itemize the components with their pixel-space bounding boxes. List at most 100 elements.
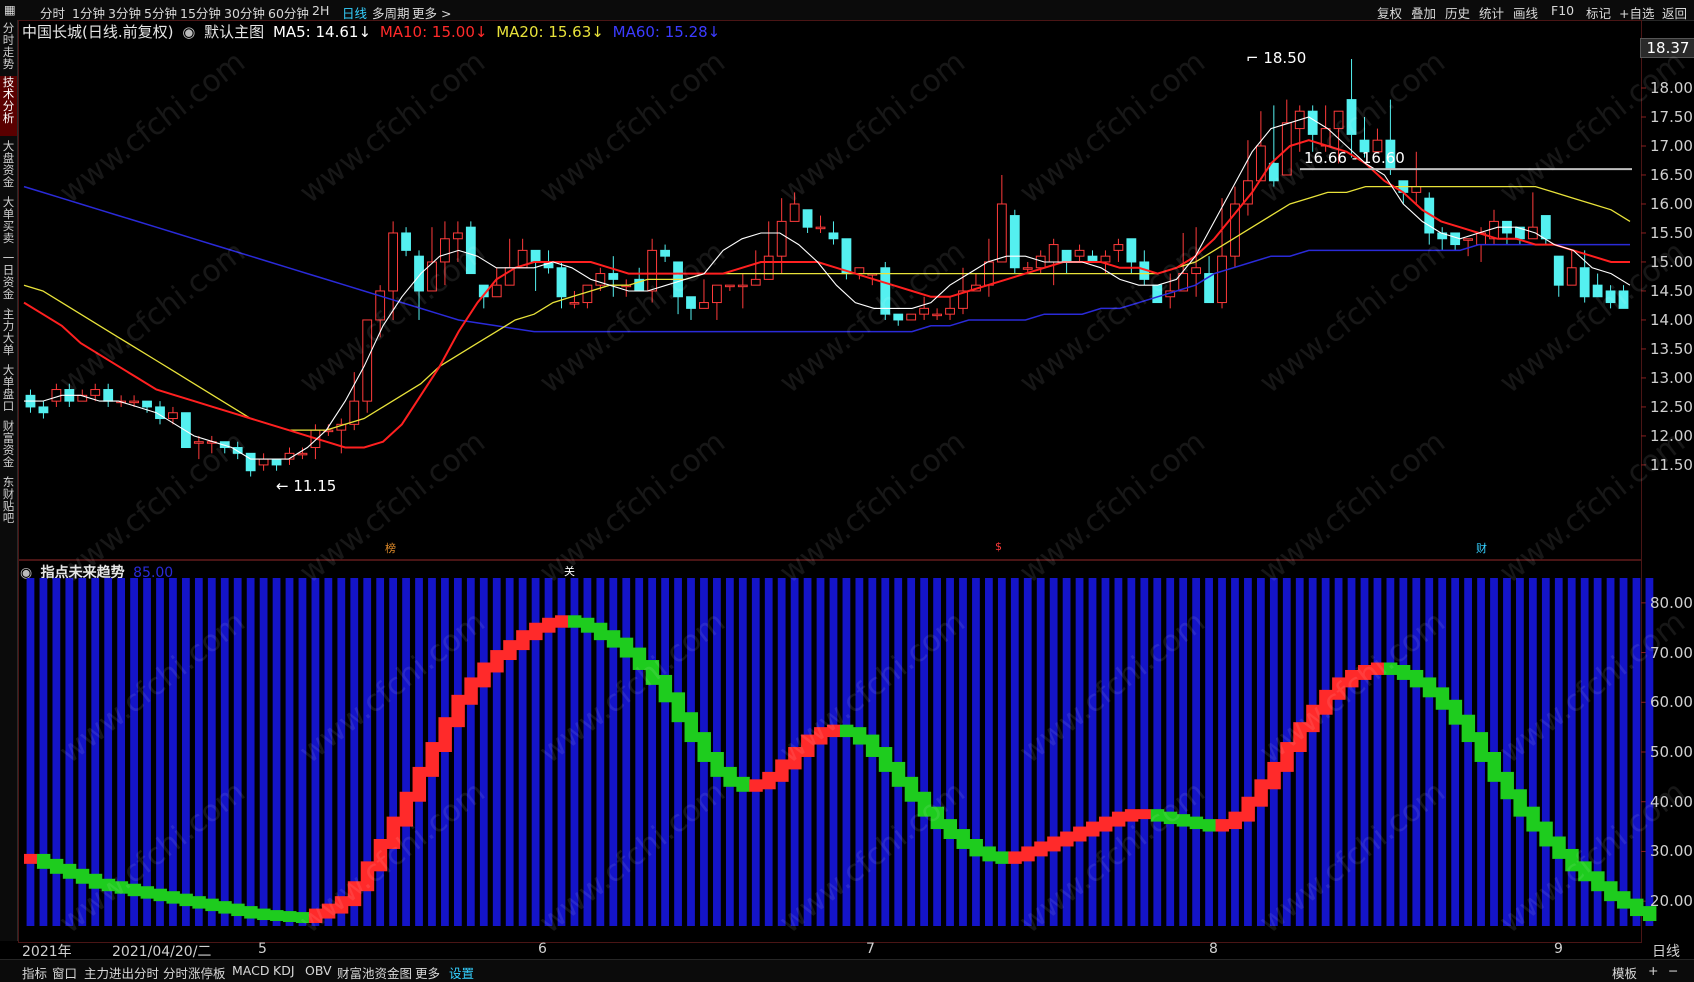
bottom-tab-settings[interactable]: 设置: [449, 963, 474, 982]
candle-down: [401, 232, 411, 251]
main-y-tick-label: 15.50: [1650, 223, 1693, 242]
zoom-out-button[interactable]: −: [1668, 963, 1678, 978]
osc-down-block: [969, 839, 983, 857]
chart-canvas[interactable]: [0, 0, 1694, 981]
zoom-in-button[interactable]: +: [1648, 963, 1658, 978]
osc-up-block: [503, 640, 517, 661]
bottom-tab-indicator[interactable]: 指标: [22, 963, 47, 982]
indicator-bar: [635, 578, 644, 926]
bottom-tab-obv[interactable]: OBV: [305, 963, 332, 978]
candle-down: [180, 412, 191, 449]
candle-up: [906, 313, 917, 321]
candle-up: [1566, 267, 1577, 286]
indicator-bar: [1541, 578, 1550, 926]
indicator-bar: [505, 578, 514, 926]
main-y-tick-label: 15.00: [1650, 252, 1693, 271]
osc-up-block: [1358, 665, 1372, 680]
sub-y-tick-label: 80.00: [1650, 593, 1693, 612]
indicator-bar: [1153, 578, 1162, 926]
osc-down-block: [1409, 669, 1424, 688]
osc-down-block: [982, 846, 996, 862]
osc-down-block: [1500, 771, 1514, 800]
indicator-bar: [492, 578, 501, 926]
candle-up: [1333, 110, 1344, 130]
main-y-tick-label: 14.50: [1650, 281, 1693, 300]
indicator-bar: [285, 578, 294, 926]
indicator-bar: [130, 578, 138, 926]
indicator-bar: [415, 578, 423, 926]
indicator-bar: [1088, 578, 1097, 926]
candle-down: [271, 458, 282, 466]
indicator-bar: [143, 578, 151, 926]
candle-up: [1074, 249, 1085, 257]
indicator-bar: [1386, 578, 1395, 926]
bottom-tab-macd[interactable]: MACD: [232, 963, 269, 978]
main-y-tick-label: 17.50: [1650, 107, 1693, 126]
trend-oscillator: [24, 615, 1657, 924]
indicator-bar: [1114, 578, 1123, 926]
osc-down-block: [1539, 821, 1553, 847]
osc-up-block: [1332, 677, 1346, 700]
osc-down-block: [1578, 861, 1592, 882]
x-axis-tick-label: 6: [538, 941, 547, 957]
osc-up-block: [386, 816, 401, 849]
indicator-bar: [1360, 578, 1369, 926]
candle-up: [297, 452, 308, 456]
main-y-tick-label: 17.00: [1650, 136, 1693, 155]
osc-down-block: [1526, 806, 1540, 832]
osc-up-block: [1098, 816, 1113, 832]
osc-down-block: [645, 660, 660, 685]
osc-up-block: [1086, 821, 1100, 837]
osc-down-block: [270, 910, 284, 922]
osc-up-block: [1228, 811, 1242, 830]
indicator-bar: [777, 578, 786, 926]
indicator-bar: [389, 578, 398, 926]
osc-down-block: [244, 906, 258, 919]
osc-up-block: [373, 839, 388, 872]
indicator-bar: [622, 578, 631, 926]
osc-up-block: [814, 727, 828, 745]
candle-down: [556, 267, 567, 298]
x-axis-tick-label: 5: [258, 941, 267, 957]
candle-up: [815, 226, 826, 230]
candle-up: [452, 232, 463, 240]
indicator-bar: [829, 578, 838, 926]
template-button[interactable]: 模板: [1612, 963, 1637, 982]
osc-up-block: [1137, 809, 1152, 820]
osc-up-block: [542, 617, 556, 633]
osc-up-block: [516, 630, 530, 651]
osc-down-block: [62, 863, 77, 879]
osc-up-block: [451, 694, 465, 728]
osc-down-block: [1435, 687, 1450, 710]
indicator-bar: [311, 578, 320, 926]
candlesticks: [25, 59, 1629, 477]
osc-up-block: [1319, 689, 1333, 715]
osc-up-block: [464, 677, 478, 705]
osc-up-block: [1021, 846, 1035, 862]
bottom-tab-kdj[interactable]: KDJ: [273, 963, 295, 978]
indicator-bar: [816, 578, 825, 926]
bottom-tab-limit-up[interactable]: 分时涨停板: [163, 963, 226, 982]
main-y-tick-label: 12.00: [1650, 426, 1693, 445]
bottom-tab-main-flow[interactable]: 主力进出分时: [84, 963, 159, 982]
candle-up: [1411, 186, 1422, 193]
osc-up-block: [1047, 836, 1061, 852]
osc-up-block: [308, 908, 323, 924]
candle-up: [1191, 267, 1202, 275]
indicator-bar: [1036, 578, 1045, 926]
bottom-tab-wealth-pool[interactable]: 财富池资金图: [337, 963, 412, 982]
indicator-bar: [1438, 578, 1447, 926]
osc-down-block: [1617, 891, 1631, 909]
bottom-tab-more[interactable]: 更多: [415, 963, 440, 982]
sub-y-tick-label: 30.00: [1650, 842, 1693, 861]
candle-down: [828, 232, 839, 240]
osc-down-block: [904, 776, 919, 802]
sub-y-tick-label: 50.00: [1650, 743, 1693, 761]
osc-down-block: [36, 853, 51, 869]
osc-down-block: [179, 893, 193, 907]
osc-down-block: [878, 747, 893, 772]
osc-down-block: [1176, 814, 1191, 827]
candle-up: [51, 389, 62, 402]
bottom-tab-window[interactable]: 窗口: [52, 963, 77, 982]
indicator-bar: [1166, 578, 1175, 926]
